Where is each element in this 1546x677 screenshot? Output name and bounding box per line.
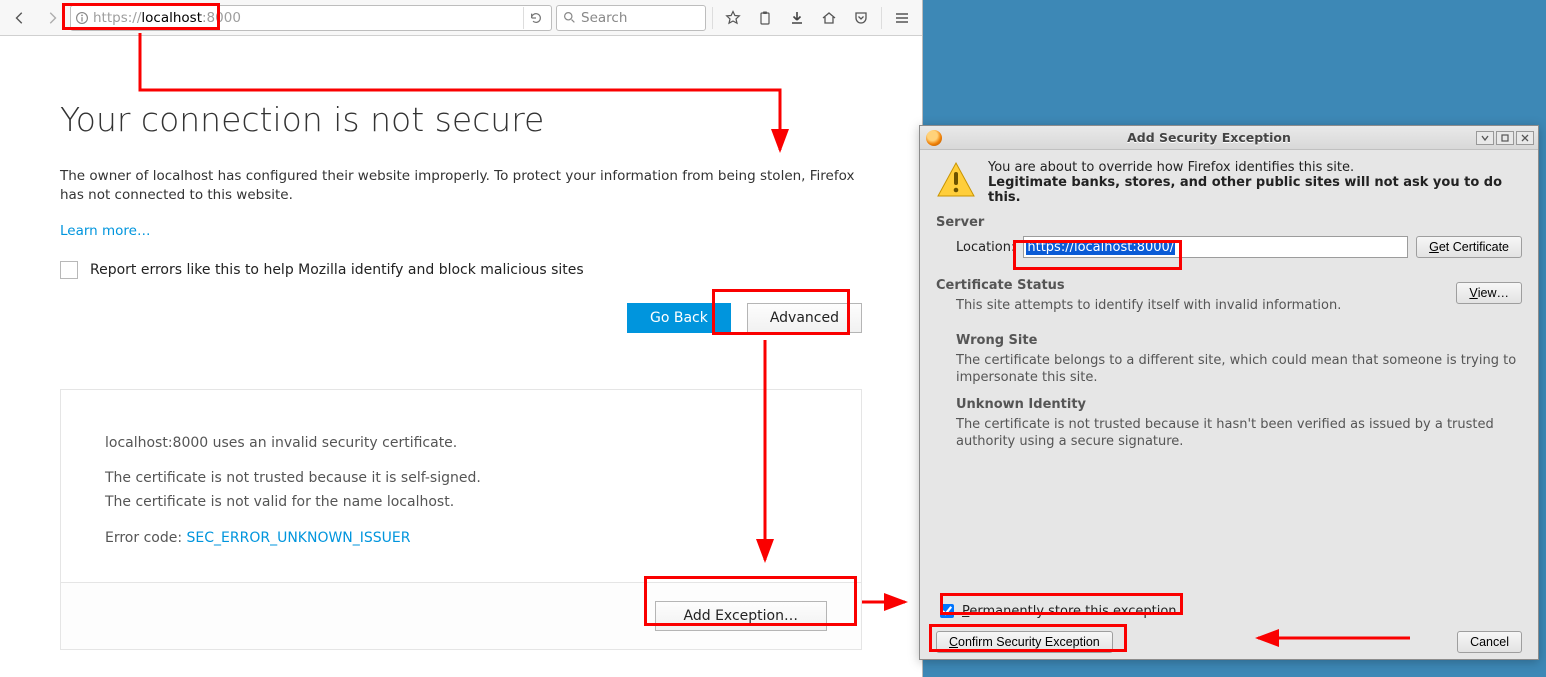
minimize-icon [1480, 133, 1490, 143]
clipboard-button[interactable] [751, 4, 779, 32]
unknown-identity-text: The certificate is not trusted because i… [956, 416, 1522, 451]
maximize-icon [1500, 133, 1510, 143]
page-title: Your connection is not secure [60, 100, 862, 139]
search-bar[interactable]: Search [556, 5, 706, 31]
add-exception-dialog: Add Security Exception You are about to … [919, 125, 1539, 660]
minimize-button[interactable] [1476, 131, 1494, 145]
technical-details: localhost:8000 uses an invalid security … [60, 389, 862, 650]
warning-icon [936, 160, 976, 200]
close-icon [1520, 133, 1530, 143]
server-label: Server [936, 215, 1522, 230]
back-button[interactable] [6, 4, 34, 32]
permanent-store-label: Permanently store this exception [962, 604, 1177, 619]
report-checkbox[interactable] [60, 261, 78, 279]
browser-toolbar: https://localhost:8000 Search [0, 0, 922, 36]
pocket-button[interactable] [847, 4, 875, 32]
toolbar-separator [712, 7, 713, 29]
info-icon [75, 11, 89, 25]
pocket-icon [853, 10, 869, 26]
tech-line: The certificate is not trusted because i… [105, 469, 817, 489]
bookmark-star-button[interactable] [719, 4, 747, 32]
warning-text: You are about to override how Firefox id… [988, 160, 1522, 205]
forward-button[interactable] [38, 4, 66, 32]
close-button[interactable] [1516, 131, 1534, 145]
error-page: Your connection is not secure The owner … [0, 36, 922, 677]
go-back-button[interactable]: Go Back [627, 303, 731, 333]
cancel-button[interactable]: Cancel [1457, 631, 1522, 653]
location-label: Location: [956, 240, 1015, 255]
warning-body: The owner of localhost has configured th… [60, 167, 862, 205]
dialog-title: Add Security Exception [942, 130, 1476, 145]
arrow-right-icon [45, 10, 59, 26]
unknown-identity-label: Unknown Identity [956, 397, 1522, 412]
search-placeholder: Search [581, 10, 627, 26]
home-button[interactable] [815, 4, 843, 32]
browser-window: https://localhost:8000 Search [0, 0, 923, 677]
maximize-button[interactable] [1496, 131, 1514, 145]
advanced-button[interactable]: Advanced [747, 303, 862, 333]
home-icon [821, 10, 837, 26]
get-certificate-button[interactable]: GGet Certificateet Certificate [1416, 236, 1522, 258]
star-icon [725, 10, 741, 26]
add-exception-button[interactable]: Add Exception… [655, 601, 827, 631]
reload-button[interactable] [523, 7, 547, 29]
wrong-site-label: Wrong Site [956, 333, 1522, 348]
menu-button[interactable] [888, 4, 916, 32]
dialog-titlebar[interactable]: Add Security Exception [920, 126, 1538, 150]
cert-status-label: Certificate Status [936, 278, 1456, 293]
hamburger-icon [894, 10, 910, 26]
tech-line: localhost:8000 uses an invalid security … [105, 434, 817, 454]
address-bar[interactable]: https://localhost:8000 [70, 5, 552, 31]
learn-more-link[interactable]: Learn more… [60, 223, 151, 239]
permanent-store-row[interactable]: Permanently store this exception [936, 601, 1522, 621]
reload-icon [529, 11, 543, 25]
toolbar-separator [881, 7, 882, 29]
download-icon [789, 10, 805, 26]
error-code-link[interactable]: SEC_ERROR_UNKNOWN_ISSUER [187, 530, 411, 546]
tech-line: The certificate is not valid for the nam… [105, 493, 817, 513]
search-icon [563, 11, 576, 24]
clipboard-icon [757, 10, 773, 26]
location-input[interactable]: https://localhost:8000/ [1023, 236, 1408, 258]
arrow-left-icon [13, 10, 27, 26]
confirm-exception-button[interactable]: Confirm Security Exception [936, 631, 1113, 653]
report-label: Report errors like this to help Mozilla … [90, 262, 584, 278]
location-value: https://localhost:8000/ [1026, 240, 1175, 255]
firefox-icon [926, 130, 942, 146]
error-code-line: Error code: SEC_ERROR_UNKNOWN_ISSUER [105, 529, 817, 549]
permanent-store-checkbox[interactable] [940, 604, 954, 618]
downloads-button[interactable] [783, 4, 811, 32]
url-text: https://localhost:8000 [93, 10, 519, 26]
cert-status-text: This site attempts to identify itself wi… [956, 297, 1456, 315]
view-certificate-button[interactable]: View… [1456, 282, 1522, 304]
wrong-site-text: The certificate belongs to a different s… [956, 352, 1522, 387]
